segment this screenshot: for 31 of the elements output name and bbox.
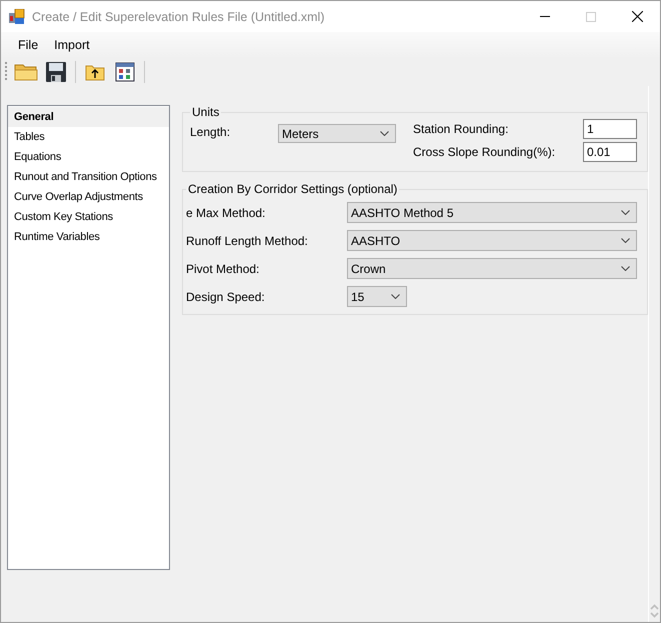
caret-icon [621,238,630,243]
caret-icon [621,266,630,271]
field-label: Runoff Length Method: [186,234,309,248]
close-icon[interactable] [632,11,642,22]
caret-icon [380,131,389,136]
section-list-item[interactable]: General [8,107,169,127]
caret-icon [391,294,400,299]
cross-slope-rounding-field[interactable]: 0.01 [583,142,637,162]
field-label: Design Speed: [186,290,266,304]
field-label: Cross Slope Rounding(%): [413,145,556,159]
group-title: Units [191,105,220,119]
app-icon [9,8,25,24]
field-label: e Max Method: [186,206,266,220]
length-dropdown[interactable]: Meters [278,124,396,143]
window-title: Create / Edit Superelevation Rules File (Untitled.xml) [32,10,326,24]
field-label: Station Rounding: [413,122,510,136]
save-icon[interactable] [43,59,69,85]
field-label: Length: [190,125,232,139]
chevron-up-icon[interactable] [650,604,659,610]
dropdown[interactable]: AASHTO [347,230,637,251]
menu-item[interactable]: Import [46,36,98,54]
field-label: Pivot Method: [186,262,260,276]
menu-item[interactable]: File [10,36,46,54]
chevron-down-icon[interactable] [650,612,659,618]
group-title: Creation By Corridor Settings (optional) [187,182,398,196]
dropdown[interactable]: 15 [347,286,407,307]
dropdown[interactable]: Crown [347,258,637,279]
station-rounding-field[interactable]: 1 [583,119,637,139]
caret-icon [621,210,630,215]
dropdown[interactable]: AASHTO Method 5 [347,202,637,223]
maximize-icon[interactable] [586,12,596,22]
